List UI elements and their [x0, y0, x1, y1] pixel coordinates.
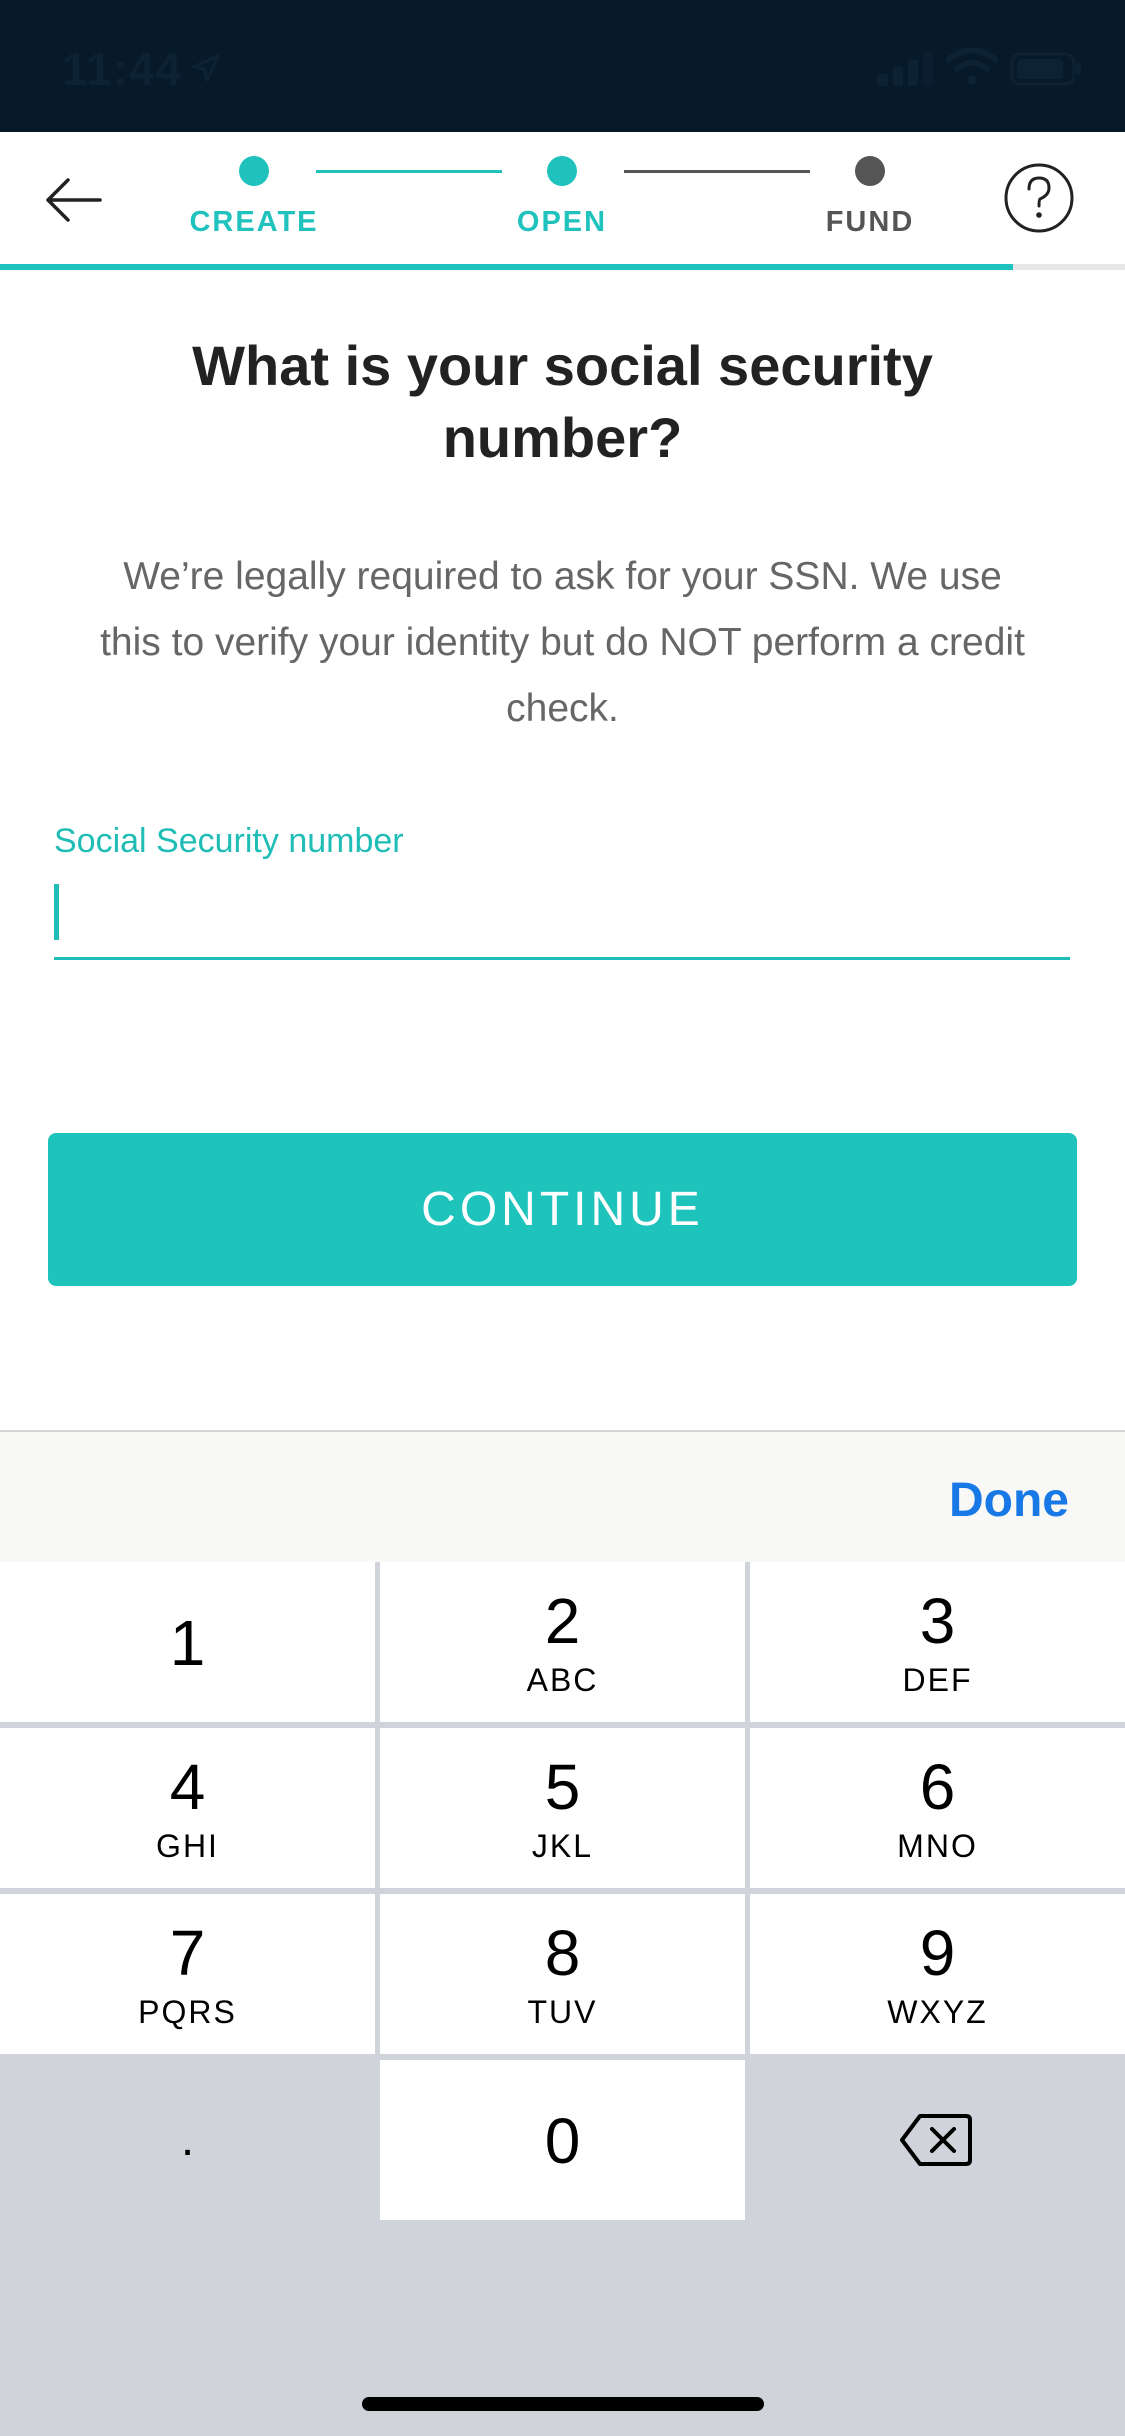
key-8[interactable]: 8 TUV	[380, 1894, 745, 2054]
backspace-icon	[900, 2114, 972, 2166]
key-letters: GHI	[156, 1828, 219, 1864]
key-letters: ABC	[526, 1662, 599, 1698]
done-button[interactable]: Done	[943, 1472, 1075, 1529]
key-digit: 6	[919, 1751, 956, 1823]
step-connector-upcoming	[624, 170, 810, 173]
battery-icon	[1010, 52, 1081, 86]
progress-bar-fill	[0, 264, 1013, 270]
step-label-open: OPEN	[516, 206, 608, 238]
key-0[interactable]: 0	[380, 2060, 745, 2220]
key-digit: 8	[544, 1917, 581, 1989]
key-digit: 2	[544, 1585, 581, 1657]
key-7[interactable]: 7 PQRS	[0, 1894, 375, 2054]
status-time: 11:44	[62, 43, 183, 95]
page-subtitle: We’re legally required to ask for your S…	[100, 555, 1025, 730]
location-arrow-icon	[192, 54, 220, 82]
keyboard-toolbar: Done	[0, 1430, 1125, 1564]
key-digit: .	[180, 2113, 195, 2166]
step-dot-fund	[855, 156, 885, 186]
continue-button[interactable]: CONTINUE	[48, 1133, 1077, 1286]
cellular-signal-icon	[878, 52, 933, 86]
key-letters: DEF	[902, 1662, 973, 1698]
step-label-fund: FUND	[825, 206, 915, 238]
progress-bar	[0, 264, 1125, 270]
text-caret	[54, 884, 59, 940]
key-letters: TUV	[527, 1994, 598, 2030]
key-digit: 4	[169, 1751, 206, 1823]
ssn-input[interactable]	[54, 870, 1070, 960]
key-letters: WXYZ	[887, 1994, 988, 2030]
step-connector-complete	[316, 170, 502, 173]
numeric-keypad: 1 2 ABC 3 DEF 4 GHI 5 JKL 6 MNO 7 PQRS 8…	[0, 1562, 1125, 2436]
ssn-field-label: Social Security number	[54, 822, 404, 860]
key-6[interactable]: 6 MNO	[750, 1728, 1125, 1888]
key-digit: 1	[169, 1607, 206, 1679]
page-title: What is your social security number?	[192, 334, 933, 469]
step-dot-open	[547, 156, 577, 186]
key-digit: 0	[544, 2105, 581, 2177]
key-9[interactable]: 9 WXYZ	[750, 1894, 1125, 2054]
key-2[interactable]: 2 ABC	[380, 1562, 745, 1722]
step-label-create: CREATE	[189, 206, 319, 238]
step-dot-create	[239, 156, 269, 186]
help-question-icon[interactable]	[1003, 162, 1075, 234]
progress-header: CREATE OPEN FUND	[0, 132, 1125, 268]
key-5[interactable]: 5 JKL	[380, 1728, 745, 1888]
status-bar: 11:44	[0, 0, 1125, 132]
key-delete[interactable]	[750, 2060, 1125, 2220]
key-decimal[interactable]: .	[0, 2060, 375, 2220]
key-3[interactable]: 3 DEF	[750, 1562, 1125, 1722]
key-digit: 9	[919, 1917, 956, 1989]
key-digit: 5	[544, 1751, 581, 1823]
key-letters: JKL	[531, 1828, 594, 1864]
key-letters: PQRS	[138, 1994, 237, 2030]
back-arrow-icon[interactable]	[40, 170, 112, 230]
home-indicator	[362, 2397, 764, 2411]
key-letters: MNO	[897, 1828, 978, 1864]
key-digit: 7	[169, 1917, 206, 1989]
key-4[interactable]: 4 GHI	[0, 1728, 375, 1888]
key-1[interactable]: 1	[0, 1562, 375, 1722]
key-digit: 3	[919, 1585, 956, 1657]
wifi-icon	[946, 48, 998, 85]
